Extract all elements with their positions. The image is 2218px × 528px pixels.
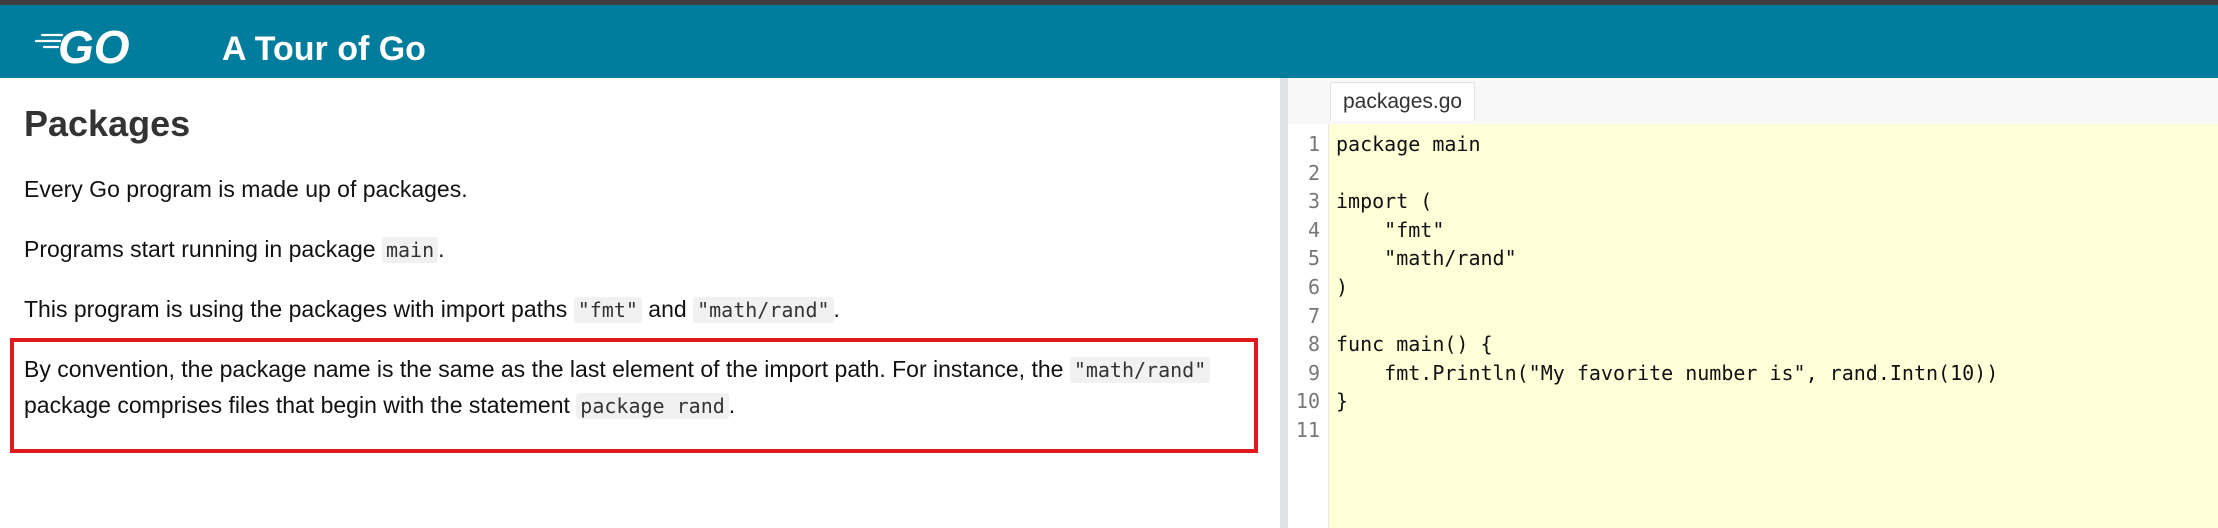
- lesson-paragraph-4: By convention, the package name is the s…: [24, 352, 1254, 424]
- p3-text-before: This program is using the packages with …: [24, 296, 574, 322]
- inline-code-fmt: "fmt": [573, 297, 642, 323]
- lesson-paragraph-2: Programs start running in package main.: [24, 232, 1254, 268]
- code-line[interactable]: }: [1336, 387, 1348, 416]
- inline-code-main: main: [381, 237, 439, 263]
- file-tab-packages-go[interactable]: packages.go: [1330, 82, 1476, 121]
- p3-text-after: .: [833, 296, 840, 322]
- line-number: 11: [1295, 418, 1320, 442]
- editor-tab-bar: packages.go: [1288, 78, 2218, 124]
- inline-code-math-rand: "math/rand": [693, 297, 834, 323]
- line-number-gutter: 1 2 3 4 5 6 7 8 9 10 11: [1288, 124, 1329, 528]
- p4-text-after: .: [728, 392, 736, 418]
- inline-code-math-rand: "math/rand": [1069, 357, 1211, 383]
- code-line[interactable]: func main() {: [1336, 330, 1493, 359]
- pane-divider[interactable]: [1280, 78, 1288, 528]
- line-number: 9: [1307, 360, 1320, 385]
- code-line[interactable]: import (: [1336, 187, 1432, 216]
- code-editor[interactable]: packages.go 1 2 3 4 5 6 7 8 9 10 11 package main im…: [1288, 78, 2218, 528]
- code-line[interactable]: fmt.Println("My favorite number is", ran…: [1336, 359, 1998, 388]
- p2-text-before: Programs start running in package: [24, 236, 382, 262]
- line-number: 8: [1307, 332, 1320, 357]
- go-logo[interactable]: GO: [34, 20, 164, 68]
- line-number: 5: [1307, 246, 1320, 271]
- code-line[interactable]: "fmt": [1336, 216, 1444, 245]
- code-line[interactable]: package main: [1336, 130, 1481, 159]
- code-line[interactable]: "math/rand": [1336, 244, 1516, 273]
- logo-text: GO: [58, 21, 130, 68]
- line-number: 2: [1307, 160, 1320, 185]
- line-number: 10: [1295, 389, 1320, 414]
- header-bar: GO A Tour of Go: [0, 5, 2218, 78]
- p4-text-middle: package comprises files that begin with …: [24, 392, 577, 418]
- p3-text-middle: and: [641, 296, 694, 322]
- lesson-paragraph-1: Every Go program is made up of packages.: [24, 176, 468, 202]
- line-number: 6: [1307, 275, 1320, 299]
- app-title[interactable]: A Tour of Go: [222, 25, 426, 73]
- code-line[interactable]: ): [1336, 273, 1348, 302]
- lesson-pane: Packages Every Go program is made up of …: [0, 78, 1280, 528]
- inline-code-package-rand: package rand: [576, 393, 729, 419]
- p2-text-after: .: [438, 236, 445, 262]
- p4-text-before: By convention, the package name is the s…: [24, 356, 1070, 382]
- line-number: 3: [1307, 189, 1320, 214]
- line-number: 4: [1307, 217, 1320, 242]
- line-number: 1: [1307, 132, 1320, 156]
- line-number: 7: [1307, 303, 1320, 328]
- page-title: Packages: [24, 103, 191, 144]
- lesson-paragraph-3: This program is using the packages with …: [24, 292, 1254, 328]
